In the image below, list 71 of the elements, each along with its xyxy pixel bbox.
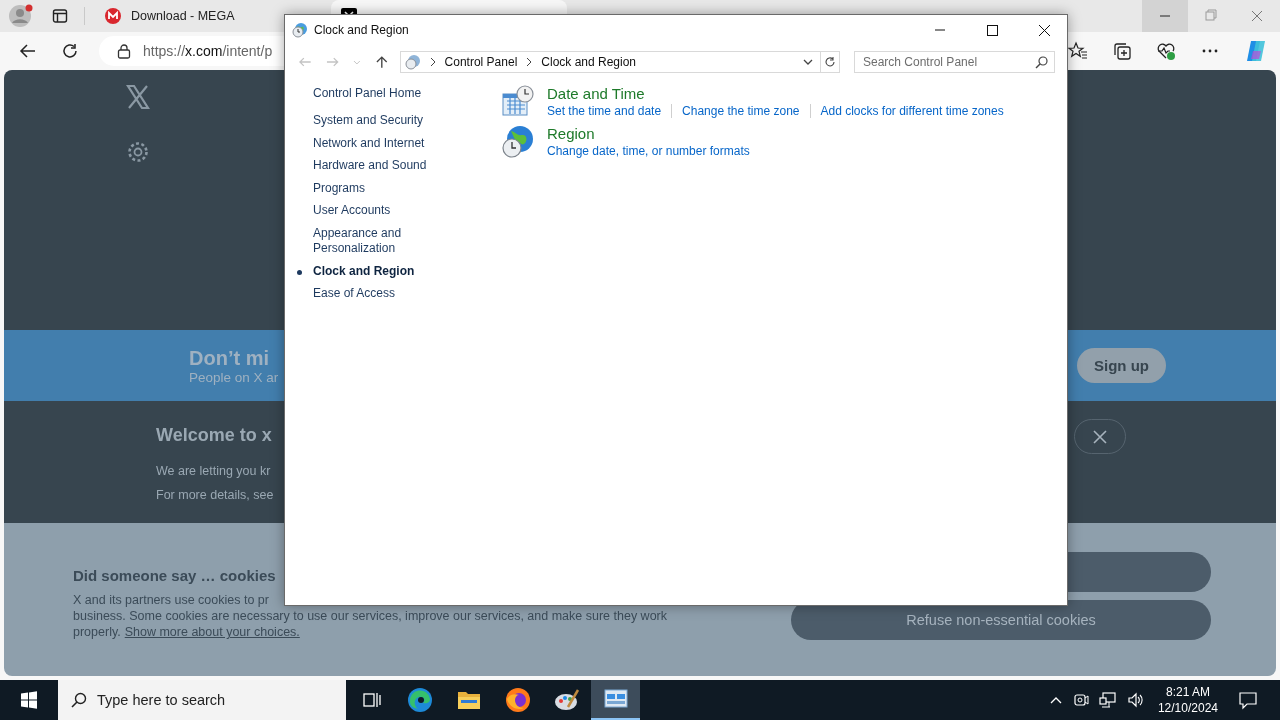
notification-icon[interactable]: [1238, 690, 1258, 710]
profile-icon[interactable]: [8, 3, 34, 29]
search-icon: [1035, 55, 1049, 69]
reload-icon[interactable]: [61, 42, 79, 60]
collections-icon[interactable]: [1112, 41, 1132, 61]
welcome-text: We are letting you kr: [156, 463, 271, 480]
browser-tab[interactable]: Download - MEGA: [95, 0, 281, 32]
taskbar-search-field[interactable]: Type here to search: [58, 680, 346, 720]
up-icon[interactable]: [374, 54, 390, 70]
control-panel-icon: [404, 54, 421, 70]
task-link[interactable]: Change date, time, or number formats: [547, 144, 750, 158]
search-icon: [70, 691, 88, 709]
chevron-right-icon: [525, 57, 534, 67]
banner-subtitle: People on X ar: [189, 369, 279, 385]
clock-time[interactable]: 8:21 AM: [1165, 684, 1210, 700]
url-text: https://x.com/intent/p: [143, 43, 273, 59]
sidebar-link[interactable]: Programs: [313, 180, 435, 196]
close-icon: [1093, 429, 1107, 444]
back-icon[interactable]: [19, 42, 37, 60]
refresh-button[interactable]: [820, 51, 840, 73]
sidebar-link[interactable]: Appearance and Personalization: [313, 225, 435, 257]
breadcrumb-item[interactable]: Clock and Region: [541, 55, 637, 69]
sign-up-button[interactable]: Sign up: [1077, 348, 1166, 383]
globe-clock-icon: [501, 125, 535, 159]
task-view-icon: [360, 690, 381, 710]
sidebar-link[interactable]: Hardware and Sound: [313, 158, 435, 174]
meet-now-icon[interactable]: [1072, 692, 1089, 708]
sidebar-link[interactable]: Clock and Region: [313, 263, 435, 279]
cookie-text: X and its partners use cookies to pr: [73, 592, 269, 608]
volume-icon[interactable]: [1126, 692, 1145, 708]
copilot-icon[interactable]: [1244, 39, 1268, 63]
address-bar[interactable]: Control Panel Clock and Region: [399, 51, 822, 73]
mega-logo-icon: [105, 8, 121, 24]
control-panel-icon: [603, 688, 628, 710]
palette-icon: [553, 687, 580, 713]
search-field[interactable]: Search Control Panel: [854, 51, 1055, 73]
x-logo-icon[interactable]: [125, 84, 151, 110]
sidebar-link[interactable]: Ease of Access: [313, 286, 435, 302]
cookie-text: properly.: [73, 624, 121, 640]
favorites-icon[interactable]: [1068, 41, 1088, 61]
control-panel-icon: [292, 22, 308, 38]
folder-icon: [456, 689, 481, 711]
breadcrumb-item[interactable]: Control Panel: [444, 55, 518, 69]
taskbar-app[interactable]: [591, 680, 640, 720]
lock-icon: [117, 43, 131, 59]
sidebar-link[interactable]: Network and Internet: [313, 135, 435, 151]
edge-icon: [406, 687, 433, 713]
task-link[interactable]: Set the time and date: [547, 104, 662, 118]
sidebar-link[interactable]: Control Panel Home: [313, 86, 422, 100]
window-title: Clock and Region: [314, 23, 409, 37]
welcome-title: Welcome to x: [156, 425, 272, 446]
health-icon[interactable]: [1156, 41, 1176, 61]
task-link[interactable]: Change the time zone: [682, 104, 800, 118]
sidebar-link[interactable]: User Accounts: [313, 203, 435, 219]
cookie-text: business. Some cookies are necessary to use our services, improve our services, and make sure they work: [73, 608, 667, 624]
tab-actions-icon[interactable]: [52, 8, 68, 24]
cookie-title: Did someone say … cookies: [73, 567, 276, 584]
category-title-link[interactable]: Date and Time: [547, 85, 645, 102]
task-link[interactable]: Add clocks for different time zones: [820, 104, 1004, 118]
clock-date[interactable]: 12/10/2024: [1157, 700, 1218, 716]
network-icon[interactable]: [1098, 692, 1117, 708]
banner-title: Don’t mi: [189, 346, 269, 370]
chevron-right-icon: [428, 57, 437, 67]
refresh-icon: [824, 56, 837, 68]
bullet-icon: [297, 269, 302, 275]
firefox-icon: [504, 687, 531, 713]
welcome-text: For more details, see: [156, 487, 274, 504]
settings-icon[interactable]: [126, 140, 150, 164]
sidebar-link[interactable]: System and Security: [313, 113, 435, 129]
category-title-link[interactable]: Region: [547, 125, 595, 142]
calendar-clock-icon: [501, 85, 535, 117]
